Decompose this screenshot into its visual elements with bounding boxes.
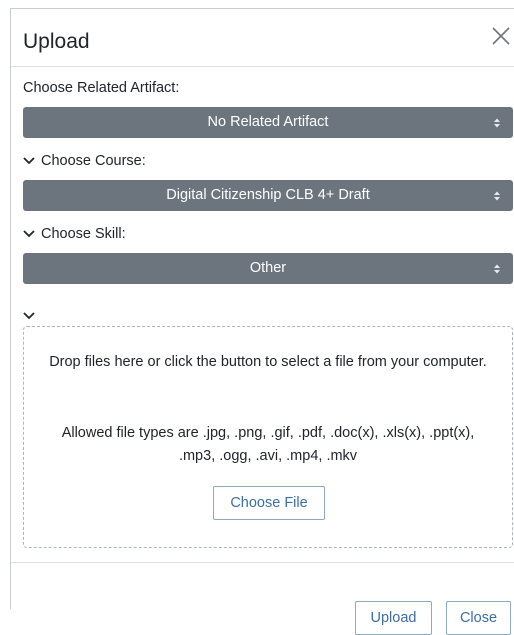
course-select-value: Digital Citizenship CLB 4+ Draft — [166, 187, 370, 203]
allowed-file-types: Allowed file types are .jpg, .png, .gif,… — [61, 425, 475, 464]
artifact-select-value: No Related Artifact — [207, 114, 329, 130]
course-label[interactable]: Choose Course: — [23, 152, 146, 170]
upload-button[interactable]: Upload — [355, 601, 432, 635]
skill-select-value: Other — [249, 260, 287, 276]
skill-select[interactable]: Other — [23, 253, 513, 284]
chevron-down-icon — [23, 225, 35, 243]
modal-header: Upload — [11, 9, 514, 67]
artifact-label: Choose Related Artifact: — [23, 79, 179, 97]
artifact-select[interactable]: No Related Artifact — [23, 107, 513, 138]
choose-file-button[interactable]: Choose File — [213, 486, 325, 520]
skill-label-text: Choose Skill: — [41, 226, 126, 242]
modal-title: Upload — [23, 30, 90, 53]
select-arrows-icon — [493, 253, 501, 284]
modal-footer: Upload Close — [11, 562, 514, 635]
chevron-down-icon[interactable] — [23, 307, 35, 325]
course-select[interactable]: Digital Citizenship CLB 4+ Draft — [23, 180, 513, 211]
select-arrows-icon — [493, 107, 501, 138]
course-label-text: Choose Course: — [41, 153, 146, 169]
skill-label[interactable]: Choose Skill: — [23, 225, 126, 243]
close-button[interactable]: Close — [446, 601, 511, 635]
upload-modal: Upload Choose Related Artifact: No Relat… — [10, 8, 514, 635]
dropzone-instructions: Drop files here or click the button to s… — [49, 354, 487, 370]
artifact-label-text: Choose Related Artifact: — [23, 80, 180, 96]
select-arrows-icon — [493, 180, 501, 211]
file-dropzone[interactable]: Drop files here or click the button to s… — [23, 326, 513, 548]
chevron-down-icon — [23, 152, 35, 170]
close-icon[interactable] — [490, 25, 514, 49]
